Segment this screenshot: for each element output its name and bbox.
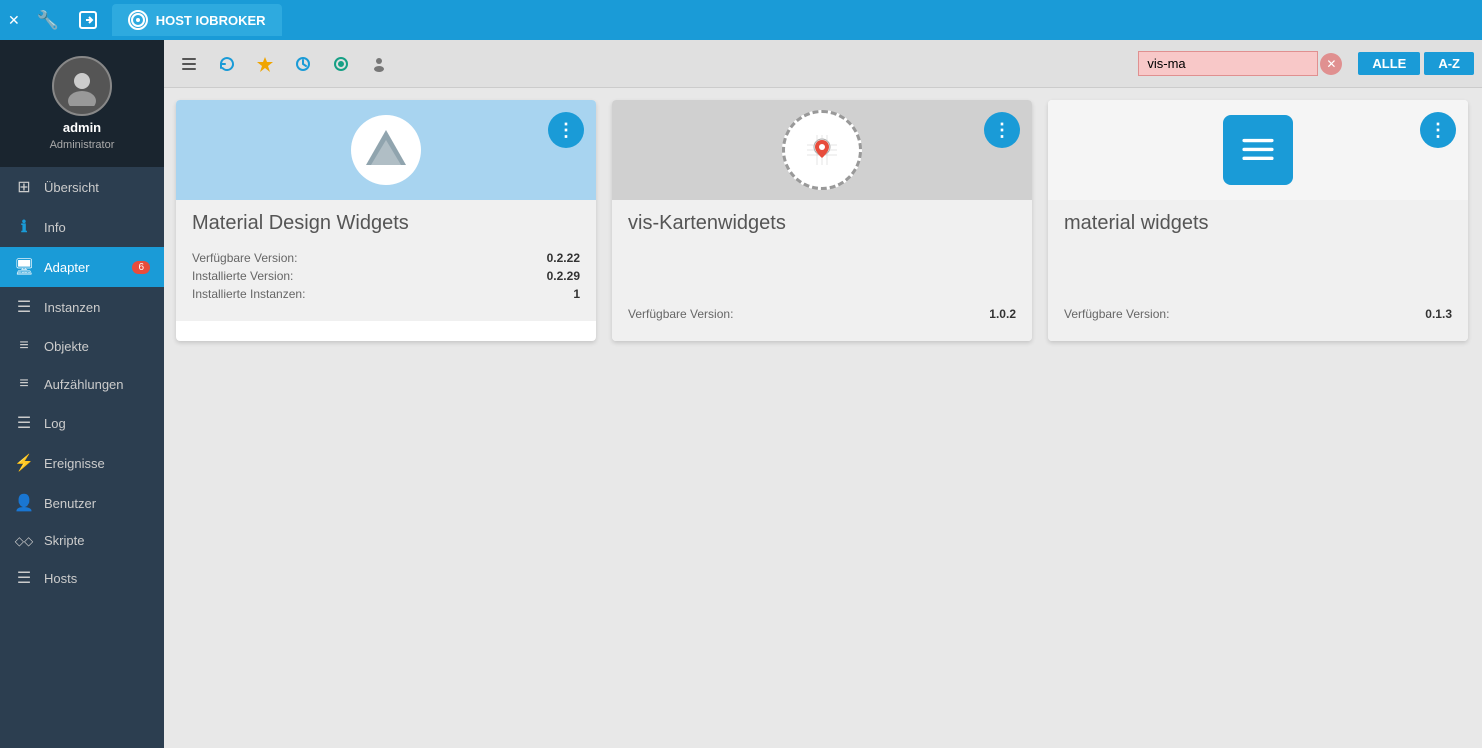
instanzen-icon: ☰ — [14, 297, 34, 317]
person-button[interactable] — [362, 47, 396, 81]
host-tab-icon — [128, 10, 148, 30]
username: admin — [63, 120, 101, 135]
card-menu-button[interactable]: ⋮ — [984, 112, 1020, 148]
installierte-version-label: Installierte Version: — [192, 269, 293, 283]
sidebar-item-label: Hosts — [44, 571, 77, 586]
sidebar-item-skripte[interactable]: ◇◇ Skripte — [0, 523, 164, 558]
installierte-instanzen-value: 1 — [573, 287, 580, 301]
sidebar-item-log[interactable]: ☰ Log — [0, 403, 164, 443]
installierte-version-value: 0.2.29 — [547, 269, 580, 283]
verfugbare-version-value: 0.2.22 — [547, 251, 580, 265]
verfugbare-version-label: Verfügbare Version: — [1064, 307, 1169, 321]
list-button[interactable] — [172, 47, 206, 81]
sidebar-item-ubersicht[interactable]: ⊞ Übersicht — [0, 167, 164, 207]
log-icon: ☰ — [14, 413, 34, 433]
star-button[interactable] — [248, 47, 282, 81]
sidebar-item-aufzahlungen[interactable]: ≡ Aufzählungen — [0, 365, 164, 403]
verfugbare-version-label: Verfügbare Version: — [628, 307, 733, 321]
card-info-row: Verfügbare Version: 0.2.22 — [192, 251, 580, 265]
wrench-icon[interactable]: 🔧 — [32, 4, 64, 36]
circle-button[interactable] — [324, 47, 358, 81]
sidebar-item-adapter[interactable]: 🖥 Adapter 6 — [0, 247, 164, 287]
aufzahlungen-icon: ≡ — [14, 375, 34, 393]
adapter-badge: 6 — [132, 261, 150, 274]
top-bar: ✕ 🔧 HOST IOBROKER — [0, 0, 1482, 40]
installierte-instanzen-label: Installierte Instanzen: — [192, 287, 305, 301]
clear-icon: ✕ — [1326, 57, 1336, 71]
search-wrapper: ✕ — [1138, 51, 1342, 76]
hosts-icon: ☰ — [14, 568, 34, 588]
card-menu-button[interactable]: ⋮ — [1420, 112, 1456, 148]
card-info-row-2: Installierte Version: 0.2.29 — [192, 269, 580, 283]
card-menu-button[interactable]: ⋮ — [548, 112, 584, 148]
alle-button[interactable]: ALLE — [1358, 52, 1420, 75]
sidebar-item-benutzer[interactable]: 👤 Benutzer — [0, 483, 164, 523]
card-header: ⋮ — [612, 100, 1032, 200]
card-logo-menu — [1223, 115, 1293, 185]
card-material-widgets: ⋮ material widgets Verfügbare Version: 0… — [1048, 100, 1468, 341]
card-logo-map — [782, 110, 862, 190]
content-area: ✕ ALLE A-Z ⋮ — [164, 40, 1482, 748]
card-info-row: Verfügbare Version: 1.0.2 — [628, 307, 1016, 321]
sidebar-item-label: Übersicht — [44, 180, 99, 195]
card-body: Material Design Widgets Verfügbare Versi… — [176, 200, 596, 321]
card-info-row-3: Installierte Instanzen: 1 — [192, 287, 580, 301]
verfugbare-version-value: 1.0.2 — [989, 307, 1016, 321]
sidebar-item-label: Adapter — [44, 260, 90, 275]
sidebar-item-instanzen[interactable]: ☰ Instanzen — [0, 287, 164, 327]
card-vis-kartenwidgets: ⋮ vis-Kartenwidgets Verfügbare Version: … — [612, 100, 1032, 341]
search-clear-button[interactable]: ✕ — [1320, 53, 1342, 75]
search-input[interactable] — [1138, 51, 1318, 76]
ereignisse-icon: ⚡ — [14, 453, 34, 473]
close-button[interactable]: ✕ — [8, 12, 20, 29]
login-icon[interactable] — [72, 4, 104, 36]
sidebar-item-label: Objekte — [44, 339, 89, 354]
card-body: vis-Kartenwidgets Verfügbare Version: 1.… — [612, 200, 1032, 341]
sidebar-item-ereignisse[interactable]: ⚡ Ereignisse — [0, 443, 164, 483]
sidebar-item-info[interactable]: ℹ Info — [0, 207, 164, 247]
info-icon: ℹ — [14, 217, 34, 237]
avatar — [52, 56, 112, 116]
objekte-icon: ≡ — [14, 337, 34, 355]
sidebar-item-label: Instanzen — [44, 300, 100, 315]
sidebar-item-objekte[interactable]: ≡ Objekte — [0, 327, 164, 365]
sidebar-item-label: Skripte — [44, 533, 84, 548]
card-info-row: Verfügbare Version: 0.1.3 — [1064, 307, 1452, 321]
sidebar-item-label: Info — [44, 220, 66, 235]
benutzer-icon: 👤 — [14, 493, 34, 513]
skripte-icon: ◇◇ — [14, 534, 34, 548]
sidebar-user: admin Administrator — [0, 40, 164, 167]
card-logo — [351, 115, 421, 185]
verfugbare-version-value: 0.1.3 — [1425, 307, 1452, 321]
user-role: Administrator — [50, 139, 115, 151]
card-body: material widgets Verfügbare Version: 0.1… — [1048, 200, 1468, 341]
card-title: vis-Kartenwidgets — [628, 212, 1016, 235]
adapter-icon: 🖥 — [14, 257, 34, 277]
toolbar: ✕ ALLE A-Z — [164, 40, 1482, 88]
grid-icon: ⊞ — [14, 177, 34, 197]
card-material-design-widgets: ⋮ Material Design Widgets Verfügbare Ver… — [176, 100, 596, 341]
host-tab-label: HOST IOBROKER — [156, 13, 266, 28]
sidebar-item-label: Aufzählungen — [44, 377, 124, 392]
sidebar: admin Administrator ⊞ Übersicht ℹ Info 🖥… — [0, 40, 164, 748]
cards-area: ⋮ Material Design Widgets Verfügbare Ver… — [164, 88, 1482, 748]
verfugbare-version-label: Verfügbare Version: — [192, 251, 297, 265]
card-header: ⋮ — [1048, 100, 1468, 200]
card-title: material widgets — [1064, 212, 1452, 235]
sidebar-item-label: Log — [44, 416, 66, 431]
sidebar-item-label: Ereignisse — [44, 456, 105, 471]
recent-button[interactable] — [286, 47, 320, 81]
card-header: ⋮ — [176, 100, 596, 200]
main-layout: admin Administrator ⊞ Übersicht ℹ Info 🖥… — [0, 40, 1482, 748]
sidebar-item-hosts[interactable]: ☰ Hosts — [0, 558, 164, 598]
refresh-button[interactable] — [210, 47, 244, 81]
host-tab[interactable]: HOST IOBROKER — [112, 4, 282, 36]
az-button[interactable]: A-Z — [1424, 52, 1474, 75]
filter-buttons: ALLE A-Z — [1358, 52, 1474, 75]
sidebar-item-label: Benutzer — [44, 496, 96, 511]
card-title: Material Design Widgets — [192, 212, 580, 235]
